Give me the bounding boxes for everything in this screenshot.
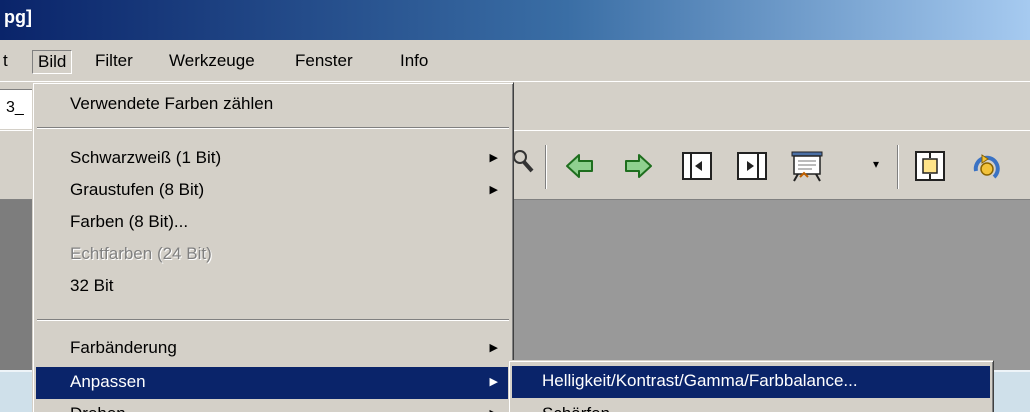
menuitem-drehen[interactable]: Drehen ▶ bbox=[36, 399, 510, 412]
window-title: pg] bbox=[4, 7, 32, 27]
menuitem-label: Helligkeit/Kontrast/Gamma/Farbbalance... bbox=[542, 371, 858, 390]
menuitem-schwarzweiss[interactable]: Schwarzweiß (1 Bit) ▶ bbox=[36, 143, 510, 175]
menuitem-verwendete-farben-zaehlen[interactable]: Verwendete Farben zählen bbox=[36, 89, 510, 121]
menuitem-label: Farben (8 Bit)... bbox=[70, 212, 189, 231]
menuitem-farben-8bit[interactable]: Farben (8 Bit)... bbox=[36, 207, 510, 239]
anpassen-submenu: Helligkeit/Kontrast/Gamma/Farbbalance...… bbox=[508, 360, 994, 412]
menuitem-label: Schärfen bbox=[542, 404, 610, 412]
toolbar-separator bbox=[897, 145, 899, 189]
title-bar[interactable]: pg] bbox=[0, 0, 1030, 40]
bild-menu-dropdown: Verwendete Farben zählen Schwarzweiß (1 … bbox=[32, 82, 514, 412]
submenu-arrow-icon: ▶ bbox=[489, 184, 498, 196]
menuitem-label: Farbänderung bbox=[70, 338, 177, 357]
page-previous-icon[interactable] bbox=[680, 149, 714, 183]
rotate-icon[interactable] bbox=[970, 149, 1004, 183]
menuitem-label: Anpassen bbox=[70, 372, 146, 391]
magnifier-icon[interactable] bbox=[514, 149, 548, 183]
submenu-arrow-icon: ▶ bbox=[489, 376, 498, 388]
menuitem-label: Drehen bbox=[70, 404, 126, 412]
menuitem-helligkeit-kontrast[interactable]: Helligkeit/Kontrast/Gamma/Farbbalance... bbox=[512, 366, 990, 398]
slideshow-icon[interactable] bbox=[790, 149, 824, 183]
toolbar-separator bbox=[545, 145, 547, 189]
menu-separator bbox=[37, 127, 509, 129]
menu-separator bbox=[37, 319, 509, 321]
menuitem-schaerfen[interactable]: Schärfen bbox=[512, 399, 990, 412]
menuitem-label: Verwendete Farben zählen bbox=[70, 94, 274, 113]
menuitem-label: Graustufen (8 Bit) bbox=[70, 180, 205, 199]
application-window: pg] t Bild Filter Werkzeuge Fenster Info… bbox=[0, 0, 1030, 412]
menuitem-label: Schwarzweiß (1 Bit) bbox=[70, 148, 222, 167]
menu-filter[interactable]: Filter bbox=[90, 50, 138, 74]
menuitem-32bit[interactable]: 32 Bit bbox=[36, 271, 510, 303]
slideshow-dropdown-icon[interactable]: ▾ bbox=[873, 157, 879, 171]
menuitem-graustufen[interactable]: Graustufen (8 Bit) ▶ bbox=[36, 175, 510, 207]
submenu-arrow-icon: ▶ bbox=[489, 152, 498, 164]
menu-bearbeiten-partial[interactable]: t bbox=[0, 50, 13, 74]
fit-window-icon[interactable] bbox=[913, 149, 947, 183]
submenu-arrow-icon: ▶ bbox=[490, 399, 498, 412]
menu-werkzeuge[interactable]: Werkzeuge bbox=[164, 50, 260, 74]
menu-fenster[interactable]: Fenster bbox=[290, 50, 358, 74]
menu-bild[interactable]: Bild bbox=[32, 50, 73, 74]
menu-info[interactable]: Info bbox=[395, 50, 433, 74]
menuitem-anpassen[interactable]: Anpassen ▶ bbox=[36, 367, 510, 399]
menuitem-label: 32 Bit bbox=[70, 276, 114, 295]
arrow-left-icon[interactable] bbox=[563, 149, 597, 183]
menuitem-farbaenderung[interactable]: Farbänderung ▶ bbox=[36, 333, 510, 365]
menuitem-label: Echtfarben (24 Bit) bbox=[70, 244, 212, 263]
menuitem-echtfarben-disabled: Echtfarben (24 Bit) bbox=[36, 239, 510, 271]
menu-bar: t Bild Filter Werkzeuge Fenster Info bbox=[0, 40, 1030, 82]
page-next-icon[interactable] bbox=[735, 149, 769, 183]
arrow-right-icon[interactable] bbox=[621, 149, 655, 183]
submenu-arrow-icon: ▶ bbox=[489, 342, 498, 354]
